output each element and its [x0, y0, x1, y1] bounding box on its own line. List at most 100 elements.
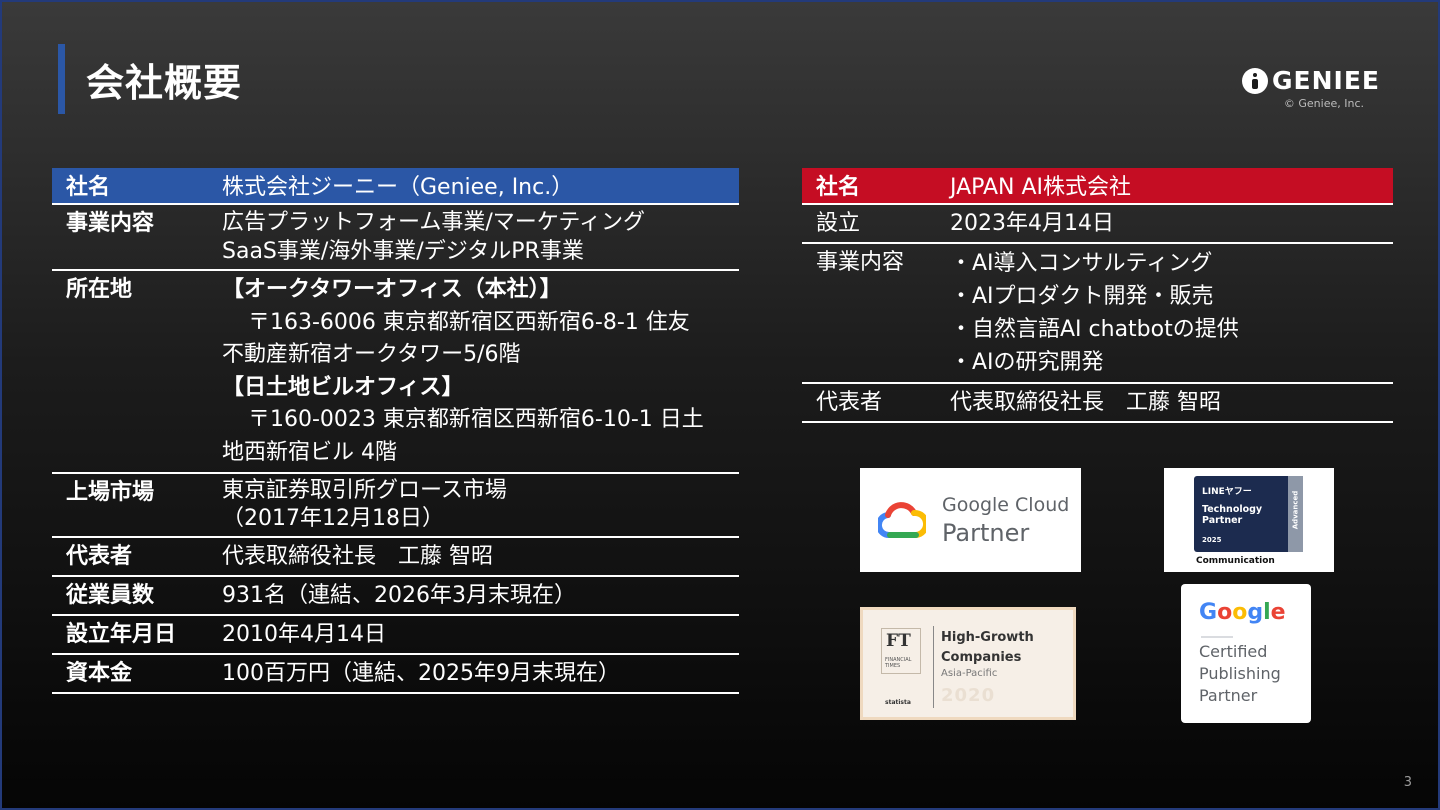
row-value: 100百万円（連結、2025年9月末現在）	[210, 654, 739, 694]
row-value: 広告プラットフォーム事業/マーケティング SaaS事業/海外事業/デジタルPR事…	[210, 204, 739, 271]
value-line: （2017年12月18日）	[222, 506, 444, 531]
badge-text: Asia-Pacific	[941, 668, 998, 679]
row-value: 2010年4月14日	[210, 615, 739, 655]
value-line: ・AIの研究開発	[950, 350, 1104, 375]
row-value: 東京証券取引所グロース市場 （2017年12月18日）	[210, 473, 739, 538]
badge-text: Publishing	[1199, 664, 1281, 683]
table-row: 資本金 100百万円（連結、2025年9月末現在）	[52, 654, 739, 694]
table-row: 従業員数 931名（連結、2026年3月末現在）	[52, 576, 739, 616]
badge-text: 2025	[1202, 536, 1222, 544]
google-certified-publishing-badge: Google Certified Publishing Partner	[1181, 584, 1311, 723]
row-value: 【オークタワーオフィス（本社）】 〒163-6006 東京都新宿区西新宿6-8-…	[210, 270, 739, 474]
value-line: 地西新宿ビル 4階	[222, 439, 397, 465]
row-label: 設立	[802, 204, 938, 244]
table-row: 社名 JAPAN AI株式会社	[802, 168, 1393, 205]
row-value: 代表取締役社長 工藤 智昭	[938, 383, 1393, 423]
value-line: 〒160-0023 東京都新宿区西新宿6-10-1 日土	[248, 407, 704, 432]
ft-logo: FT FINANCIAL TIMES	[881, 628, 921, 674]
wordmark-letter: e	[1270, 600, 1286, 625]
wordmark-letter: G	[1199, 600, 1218, 625]
lineyahoo-badge-panel: LINEヤフー Technology Partner 2025 Advanced	[1194, 476, 1303, 552]
value-line: 広告プラットフォーム事業/マーケティング	[222, 210, 645, 235]
row-label: 所在地	[52, 270, 210, 474]
copyright: © Geniee, Inc.	[1283, 97, 1364, 110]
value-line: 株式会社ジーニー（Geniee, Inc.）	[222, 175, 574, 200]
lineyahoo-partner-badge: LINEヤフー Technology Partner 2025 Advanced…	[1164, 468, 1334, 572]
badge-text: Technology	[1202, 504, 1263, 515]
title-accent-bar	[58, 44, 65, 114]
value-line: 2023年4月14日	[950, 211, 1114, 236]
value-line: 代表取締役社長 工藤 智昭	[950, 390, 1221, 415]
badge-text: Partner	[1199, 686, 1258, 705]
row-label: 上場市場	[52, 473, 210, 538]
value-line: ・AIプロダクト開発・販売	[950, 284, 1214, 309]
value-line: 代表取締役社長 工藤 智昭	[222, 544, 493, 569]
value-line: SaaS事業/海外事業/デジタルPR事業	[222, 239, 584, 264]
table-row: 代表者 代表取締役社長 工藤 智昭	[802, 383, 1393, 423]
badge-text: Communication	[1196, 556, 1275, 566]
table-row: 事業内容 ・AI導入コンサルティング ・AIプロダクト開発・販売 ・自然言語AI…	[802, 243, 1393, 384]
row-label: 従業員数	[52, 576, 210, 616]
table-row: 社名 株式会社ジーニー（Geniee, Inc.）	[52, 168, 739, 205]
badge-text: High-Growth	[941, 630, 1034, 645]
wordmark-letter: o	[1232, 600, 1248, 625]
wordmark-letter: o	[1217, 600, 1233, 625]
row-value: JAPAN AI株式会社	[938, 168, 1393, 205]
badge-text: Companies	[941, 650, 1022, 665]
table-row: 設立 2023年4月14日	[802, 204, 1393, 244]
page-number: 3	[1403, 775, 1412, 790]
wordmark-letter: g	[1247, 600, 1264, 625]
row-value: 代表取締役社長 工藤 智昭	[210, 537, 739, 577]
row-label: 設立年月日	[52, 615, 210, 655]
badge-text: High-Growth Companies	[941, 628, 1034, 668]
row-value: 2023年4月14日	[938, 204, 1393, 244]
divider	[1201, 636, 1233, 638]
value-line: ・自然言語AI chatbotの提供	[950, 317, 1239, 342]
google-wordmark: Google	[1199, 600, 1286, 625]
divider	[933, 626, 934, 708]
table-row: 事業内容 広告プラットフォーム事業/マーケティング SaaS事業/海外事業/デジ…	[52, 204, 739, 271]
value-line: 2010年4月14日	[222, 622, 386, 647]
badge-side-strip: Advanced	[1288, 476, 1303, 552]
value-line: ・AI導入コンサルティング	[950, 251, 1213, 276]
row-value: 株式会社ジーニー（Geniee, Inc.）	[210, 168, 739, 205]
badge-text: Partner	[1202, 515, 1243, 526]
row-label: 事業内容	[802, 243, 938, 384]
badge-text: FT	[886, 631, 911, 651]
badge-text: statista	[885, 699, 911, 706]
japanai-company-table: 社名 JAPAN AI株式会社 設立 2023年4月14日 事業内容 ・AI導入…	[802, 168, 1393, 423]
row-value: 931名（連結、2026年3月末現在）	[210, 576, 739, 616]
badge-text: Technology Partner	[1202, 504, 1262, 526]
row-label: 社名	[52, 168, 210, 205]
badge-text: Partner	[942, 519, 1030, 547]
value-line: 〒163-6006 東京都新宿区西新宿6-8-1 住友	[248, 309, 690, 335]
table-row: 所在地 【オークタワーオフィス（本社）】 〒163-6006 東京都新宿区西新宿…	[52, 270, 739, 474]
badge-text: 2020	[941, 685, 996, 706]
row-label: 代表者	[52, 537, 210, 577]
badge-text: LINEヤフー	[1202, 487, 1252, 497]
geniee-company-table: 社名 株式会社ジーニー（Geniee, Inc.） 事業内容 広告プラットフォー…	[52, 168, 739, 694]
logo-text: GENIEE	[1272, 66, 1380, 95]
value-line: 100百万円（連結、2025年9月末現在）	[222, 661, 620, 686]
table-row: 代表者 代表取締役社長 工藤 智昭	[52, 537, 739, 577]
badge-text: FINANCIAL TIMES	[885, 657, 912, 669]
value-line: 東京証券取引所グロース市場	[222, 478, 507, 503]
wordmark-letter: l	[1263, 600, 1271, 625]
google-cloud-icon	[878, 502, 926, 539]
geniee-logo-icon	[1242, 68, 1268, 94]
row-label: 資本金	[52, 654, 210, 694]
page-title: 会社概要	[86, 61, 243, 105]
geniee-logo: GENIEE © Geniee, Inc.	[1242, 66, 1379, 111]
google-cloud-partner-badge: Google Cloud Partner	[860, 468, 1081, 572]
row-label: 代表者	[802, 383, 938, 423]
value-line: 【日土地ビルオフィス】	[222, 374, 464, 400]
value-line: 931名（連結、2026年3月末現在）	[222, 583, 576, 608]
slide: 会社概要 GENIEE © Geniee, Inc. 社名 株式会社ジーニー（G…	[0, 0, 1440, 810]
badge-text: Certified Publishing Partner	[1199, 641, 1281, 707]
row-label: 社名	[802, 168, 938, 205]
value-line: JAPAN AI株式会社	[950, 175, 1132, 200]
table-row: 上場市場 東京証券取引所グロース市場 （2017年12月18日）	[52, 473, 739, 538]
row-value: ・AI導入コンサルティング ・AIプロダクト開発・販売 ・自然言語AI chat…	[938, 243, 1393, 384]
ft-high-growth-badge: FT FINANCIAL TIMES High-Growth Companies…	[860, 607, 1076, 720]
value-line: 【オークタワーオフィス（本社）】	[222, 277, 562, 302]
